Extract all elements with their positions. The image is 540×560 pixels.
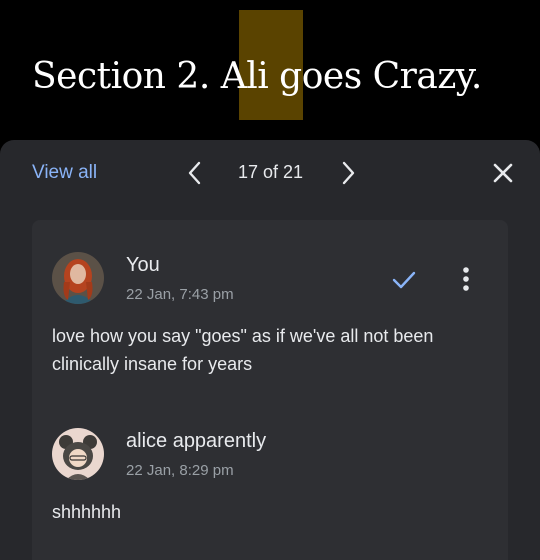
heading-text-after: Crazy.	[361, 56, 483, 97]
comment-timestamp: 22 Jan, 7:43 pm	[126, 286, 234, 303]
chevron-left-icon[interactable]	[183, 160, 207, 186]
comment-body-line: love how you say "goes" as if we've all …	[52, 326, 434, 346]
comment-body: love how you say "goes" as if we've all …	[52, 322, 433, 378]
comment-author: alice apparently	[126, 430, 267, 452]
more-options-icon[interactable]	[456, 264, 476, 294]
view-all-link[interactable]: View all	[32, 162, 97, 184]
comment-timestamp: 22 Jan, 8:29 pm	[126, 462, 234, 479]
chevron-right-icon[interactable]	[336, 160, 360, 186]
avatar	[52, 252, 104, 304]
comment-body-line: clinically insane for years	[52, 354, 253, 374]
highlighted-word[interactable]: goes	[279, 56, 362, 97]
close-icon[interactable]	[490, 160, 516, 186]
document-area: Section 2. Ali goes Crazy.	[0, 0, 540, 140]
comments-toolbar: View all 17 of 21	[0, 140, 540, 206]
heading-text-before: Section 2. Ali	[32, 56, 280, 97]
comment-body-line: shhhhhh	[52, 502, 122, 522]
comment-body: shhhhhh	[52, 498, 121, 526]
resolve-check-icon[interactable]	[390, 268, 418, 292]
comment-counter: 17 of 21	[238, 162, 304, 182]
section-heading: Section 2. Ali goes Crazy.	[32, 52, 482, 102]
comment-author: You	[126, 254, 160, 276]
comment-thread: You 22 Jan, 7:43 pm love how you say "go…	[32, 220, 508, 560]
comments-panel: View all 17 of 21 You 22 Jan, 7:43 pm lo…	[0, 140, 540, 560]
avatar	[52, 428, 104, 480]
